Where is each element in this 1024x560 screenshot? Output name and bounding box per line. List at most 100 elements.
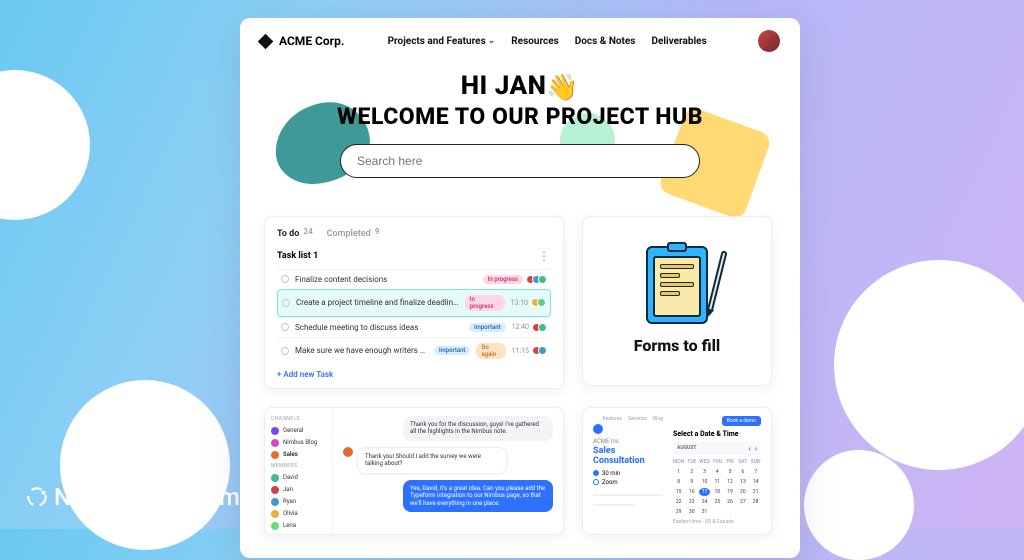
divider [593, 504, 635, 506]
widget-grid: To do 24 Completed 9 Task list 1 ⋮ Final… [240, 192, 800, 535]
task-title: Schedule meeting to discuss ideas [295, 323, 463, 332]
nav-label: Projects and Features [388, 36, 486, 47]
nav-projects[interactable]: Projects and Features ⌄ [388, 36, 496, 47]
calendar-day[interactable]: 4 [712, 468, 723, 476]
calendar-day[interactable]: 5 [725, 468, 736, 476]
hero: HI JAN👋 WELCOME TO OUR PROJECT HUB [240, 72, 800, 130]
chat-sidebar: CHANNELS General Nimbus Blog Sales MEMBE… [265, 408, 333, 534]
main-nav: Projects and Features ⌄ Resources Docs &… [388, 36, 707, 47]
task-time: 13:10 [511, 299, 528, 307]
weekday-label: WED [699, 458, 710, 466]
month-label: AUGUST [677, 445, 697, 451]
calendar-day[interactable]: 6 [737, 468, 748, 476]
forms-title: Forms to fill [634, 336, 720, 355]
chat-message: Thank you! Should I add the survey we we… [357, 447, 507, 474]
next-month-button[interactable]: › [755, 444, 757, 453]
bg-bubble [804, 450, 914, 560]
task-badge: Important [469, 323, 506, 332]
divider [593, 494, 663, 496]
calendar-day[interactable]: 18 [712, 488, 723, 496]
calendar-day[interactable]: 29 [673, 508, 684, 516]
task-row[interactable]: Schedule meeting to discuss ideas Import… [277, 317, 551, 337]
task-checkbox[interactable] [282, 299, 290, 307]
weekday-label: THU [712, 458, 723, 466]
calendar-day[interactable]: 8 [673, 478, 684, 486]
more-icon[interactable]: ⋮ [538, 249, 551, 263]
member-item[interactable]: Olivia [271, 508, 326, 520]
task-badge: Important [434, 346, 471, 355]
task-badge: In progress [483, 275, 523, 284]
task-title: Finalize content decisions [295, 275, 477, 284]
calendar-day[interactable]: 12 [725, 478, 736, 486]
task-row[interactable]: Finalize content decisions In progress [277, 269, 551, 289]
calendar-day[interactable]: 25 [712, 498, 723, 506]
bk-nav-item[interactable]: Blog [653, 416, 663, 422]
calendar-day[interactable]: 11 [712, 478, 723, 486]
calendar-day[interactable]: 28 [750, 498, 761, 506]
pen-icon [706, 250, 727, 314]
duration-option[interactable]: 30 min [593, 470, 663, 477]
calendar-day[interactable]: 26 [725, 498, 736, 506]
calendar-day[interactable]: 19 [725, 488, 736, 496]
bk-nav-item[interactable]: Features [603, 416, 622, 422]
calendar-day[interactable]: 23 [686, 498, 697, 506]
chat-section-channels: CHANNELS [271, 416, 326, 422]
calendar-day[interactable]: 9 [686, 478, 697, 486]
calendar-day[interactable]: 3 [699, 468, 710, 476]
calendar-day[interactable]: 15 [673, 488, 684, 496]
calendar-day[interactable]: 24 [699, 498, 710, 506]
tab-todo[interactable]: To do 24 [277, 229, 313, 239]
task-checkbox[interactable] [281, 347, 289, 355]
calendar-day[interactable]: 13 [737, 478, 748, 486]
task-checkbox[interactable] [281, 323, 289, 331]
calendar-day[interactable]: 22 [673, 498, 684, 506]
tab-completed[interactable]: Completed 9 [327, 229, 380, 239]
member-item[interactable]: Ryan [271, 496, 326, 508]
calendar-day[interactable]: 31 [699, 508, 710, 516]
channel-item[interactable]: Sales [271, 449, 326, 461]
channel-item[interactable]: Nimbus Blog [271, 437, 326, 449]
calendar-day[interactable]: 17 [699, 488, 710, 496]
calendar-day[interactable]: 21 [750, 488, 761, 496]
bg-bubble [60, 380, 230, 550]
prev-month-button[interactable]: ‹ [748, 444, 751, 453]
calendar-day[interactable]: 16 [686, 488, 697, 496]
bk-nav-item[interactable]: Services [628, 416, 647, 422]
chat-card: CHANNELS General Nimbus Blog Sales MEMBE… [264, 407, 564, 535]
task-row[interactable]: Create a project timeline and finalize d… [277, 289, 551, 317]
select-date-label: Select a Date & Time [673, 430, 761, 438]
brand-logo-icon [258, 33, 274, 49]
member-item[interactable]: Lena [271, 520, 326, 532]
calendar-day[interactable]: 30 [686, 508, 697, 516]
member-item[interactable]: Jan [271, 484, 326, 496]
calendar-day[interactable]: 10 [699, 478, 710, 486]
user-avatar[interactable] [758, 30, 780, 52]
weekday-label: MON [673, 458, 684, 466]
tab-label: To do [277, 229, 299, 239]
calendar-day[interactable]: 7 [750, 468, 761, 476]
booking-topnav: Features Services Blog [593, 416, 663, 422]
channel-item[interactable]: General [271, 425, 326, 437]
nav-docs[interactable]: Docs & Notes [575, 36, 636, 47]
calendar-day[interactable]: 2 [686, 468, 697, 476]
tab-count: 9 [375, 227, 380, 236]
calendar-day[interactable]: 27 [737, 498, 748, 506]
search-input[interactable] [340, 144, 700, 178]
nimbus-logo-icon [24, 484, 50, 510]
avatar-icon [343, 447, 353, 457]
calendar-day[interactable]: 1 [673, 468, 684, 476]
calendar-day[interactable]: 20 [737, 488, 748, 496]
calendar-day[interactable]: 14 [750, 478, 761, 486]
nav-resources[interactable]: Resources [511, 36, 559, 47]
book-demo-button[interactable]: Book a demo [722, 416, 761, 426]
forms-card[interactable]: Forms to fill [582, 216, 772, 386]
watermark-text: Nimbus Platform™ [54, 483, 255, 511]
task-checkbox[interactable] [281, 275, 289, 283]
task-time: 12:40 [512, 323, 529, 331]
nav-deliverables[interactable]: Deliverables [651, 36, 706, 47]
platform-option[interactable]: Zoom [593, 479, 663, 486]
chat-thread: Thank you for the discussion, guys! I've… [333, 408, 563, 534]
task-row[interactable]: Make sure we have enough writers for con… [277, 337, 551, 364]
member-item[interactable]: David [271, 472, 326, 484]
add-task-button[interactable]: + Add new Task [277, 370, 333, 379]
